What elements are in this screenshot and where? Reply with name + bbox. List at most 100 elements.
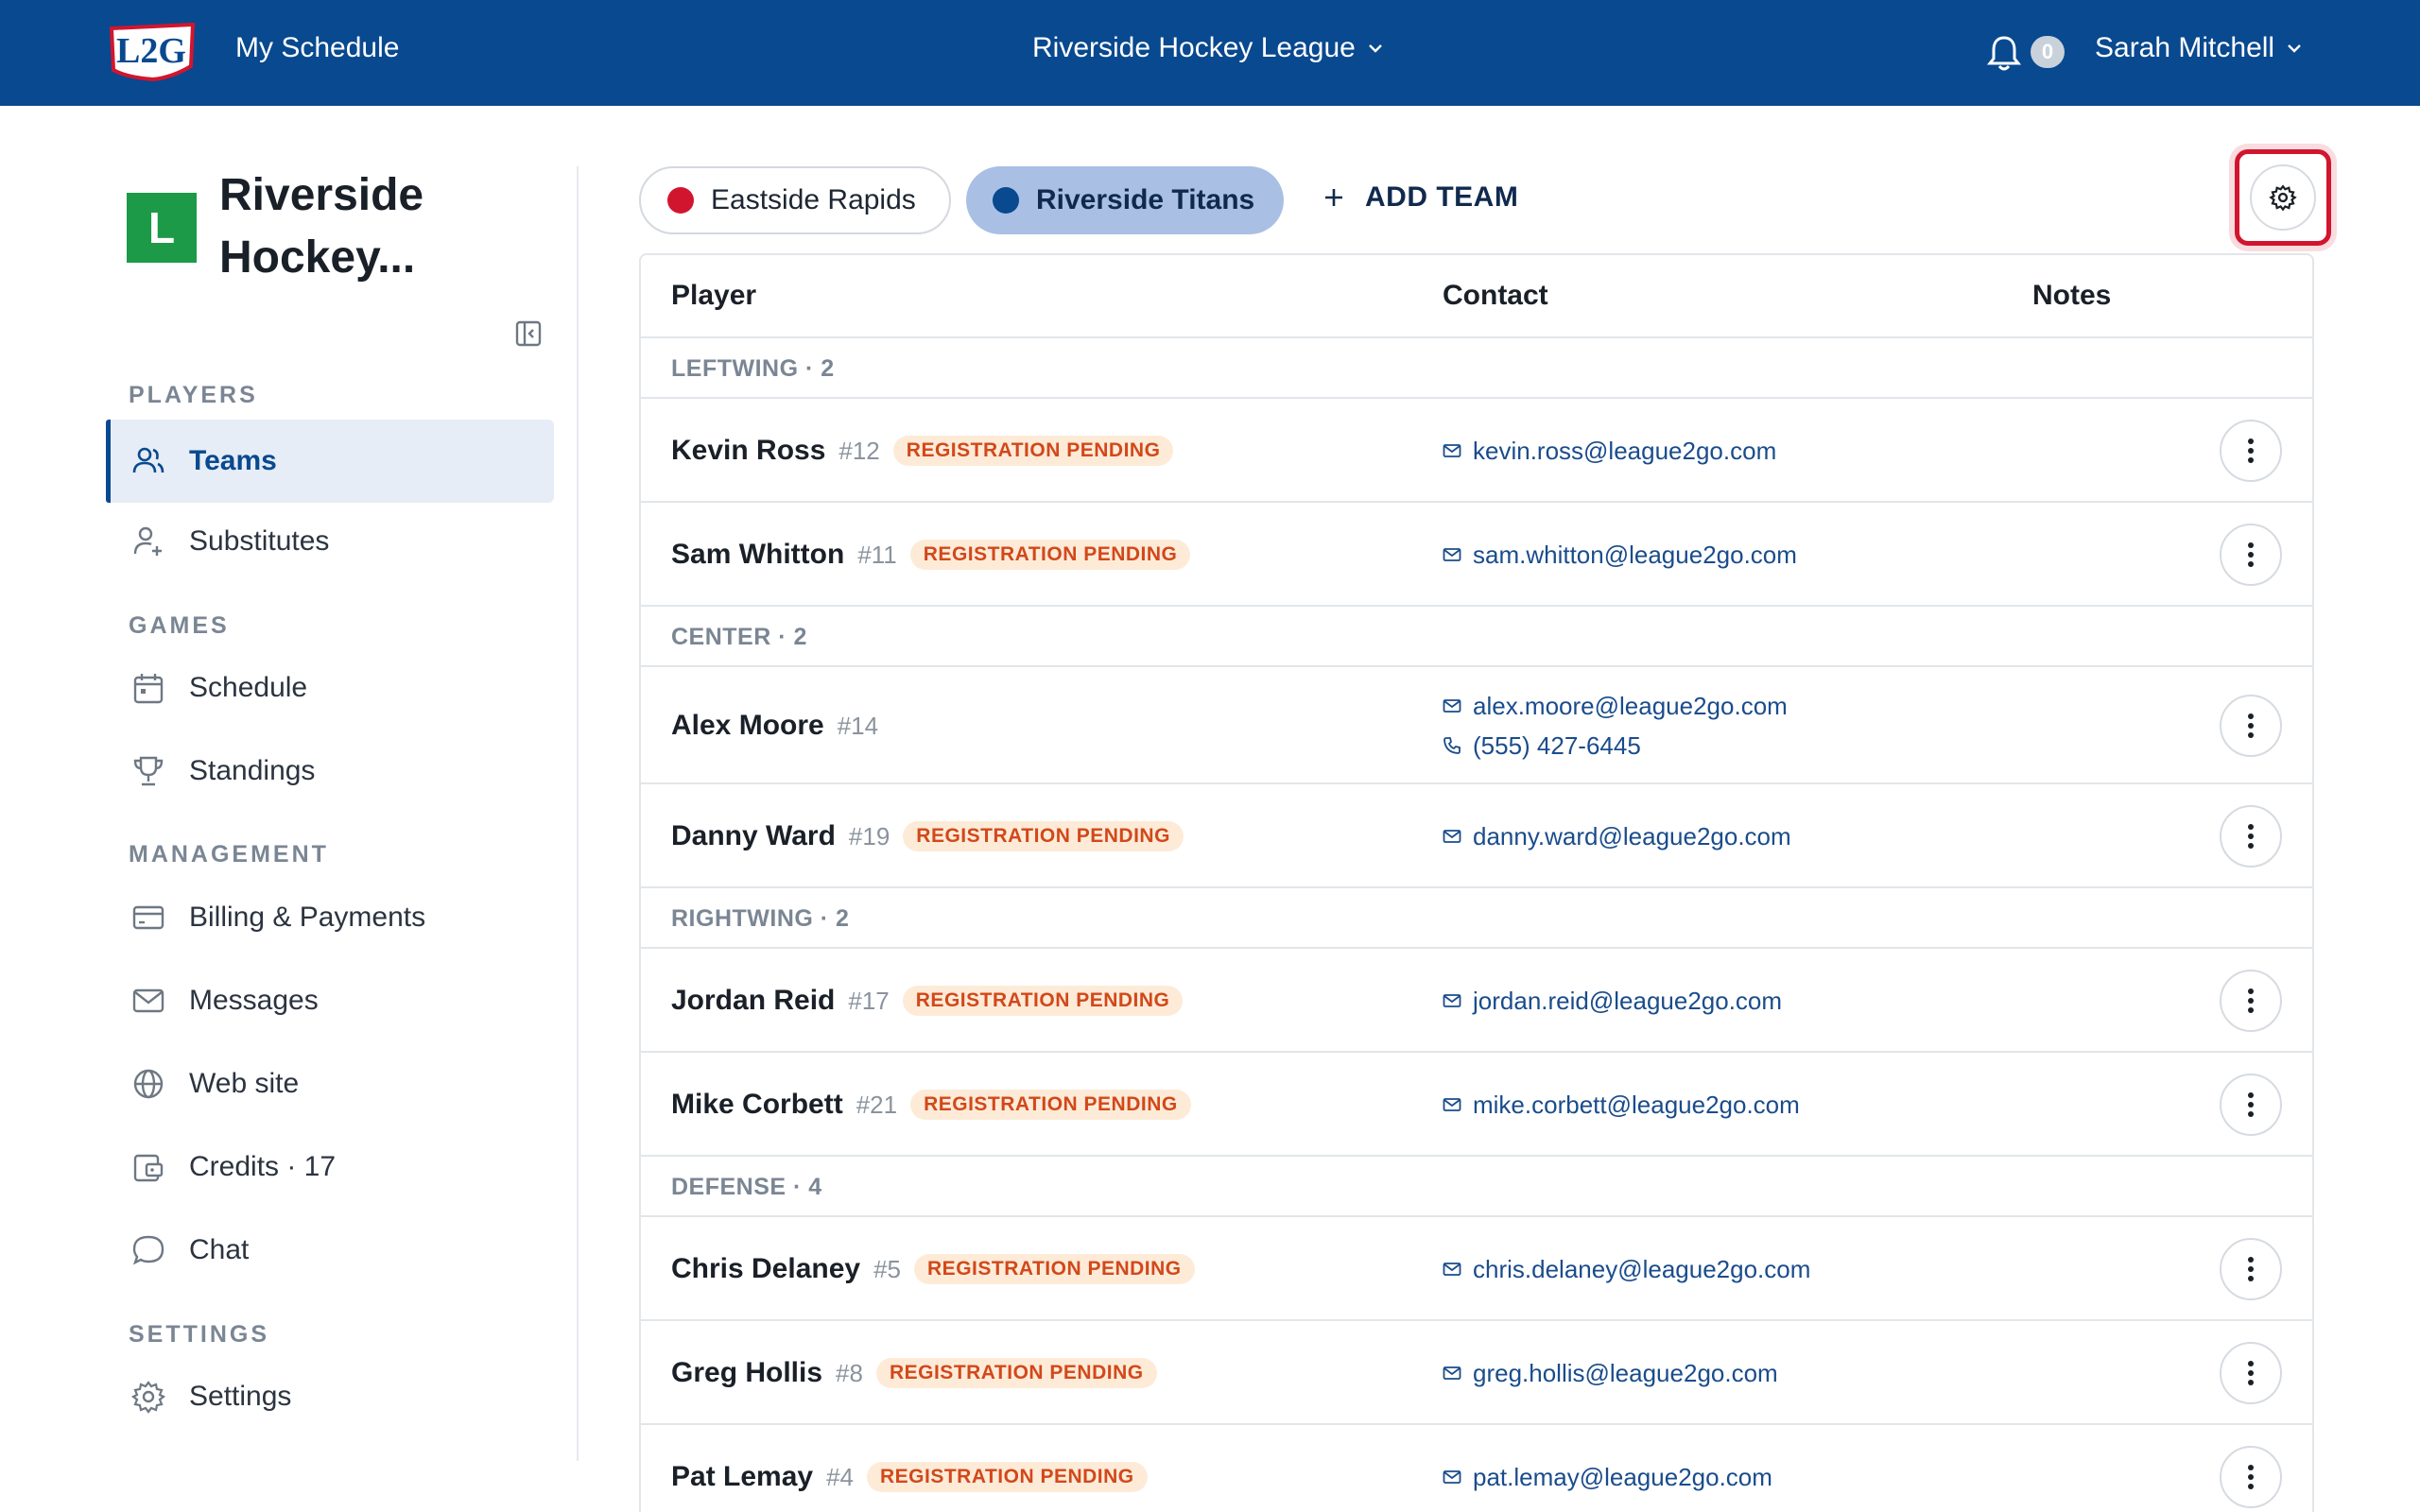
contact-cell: mike.corbett@league2go.com bbox=[1443, 1085, 1800, 1125]
email-link[interactable]: danny.ward@league2go.com bbox=[1443, 816, 1791, 856]
table-row: Alex Moore #14 alex.moore@league2go.com (55… bbox=[641, 667, 2312, 784]
table-row: Jordan Reid #17 REGISTRATION PENDING jordan… bbox=[641, 949, 2312, 1053]
sidebar-item-label: Web site bbox=[189, 1068, 300, 1099]
email-link[interactable]: kevin.ross@league2go.com bbox=[1443, 431, 1776, 471]
column-header-player: Player bbox=[671, 280, 757, 311]
mail-icon bbox=[1443, 1098, 1461, 1111]
gear-icon bbox=[130, 1381, 166, 1414]
my-schedule-link[interactable]: My Schedule bbox=[235, 32, 399, 64]
player-cell: Chris Delaney #5 REGISTRATION PENDING bbox=[671, 1250, 1195, 1288]
bell-icon[interactable] bbox=[1987, 34, 2021, 72]
contact-cell: sam.whitton@league2go.com bbox=[1443, 535, 1797, 575]
player-cell: Danny Ward #19 REGISTRATION PENDING bbox=[671, 817, 1184, 855]
row-actions-button[interactable] bbox=[2220, 695, 2282, 757]
row-actions-button[interactable] bbox=[2220, 1342, 2282, 1404]
player-name[interactable]: Chris Delaney bbox=[671, 1253, 860, 1285]
sidebar-item-chat[interactable]: Chat bbox=[106, 1209, 554, 1292]
row-actions-button[interactable] bbox=[2220, 805, 2282, 868]
row-actions-button[interactable] bbox=[2220, 524, 2282, 586]
contact-cell: pat.lemay@league2go.com bbox=[1443, 1457, 1772, 1497]
contact-cell: chris.delaney@league2go.com bbox=[1443, 1249, 1810, 1289]
position-group-label: DEFENSE · 4 bbox=[671, 1174, 822, 1200]
league-name: Riverside Hockey League bbox=[1032, 32, 1356, 63]
sidebar-item-credits[interactable]: Credits · 17 bbox=[106, 1125, 554, 1209]
status-badge: REGISTRATION PENDING bbox=[902, 986, 1184, 1016]
row-actions-button[interactable] bbox=[2220, 970, 2282, 1032]
trophy-icon bbox=[133, 756, 164, 786]
more-vertical-icon bbox=[2248, 824, 2254, 849]
sidebar-item-label: Billing & Payments bbox=[189, 902, 426, 933]
league-logo[interactable]: L2G bbox=[106, 19, 199, 83]
chevron-down-icon bbox=[2288, 44, 2301, 53]
player-number: #5 bbox=[873, 1254, 902, 1283]
gear-icon bbox=[2269, 184, 2297, 212]
sidebar-item-standings[interactable]: Standings bbox=[106, 730, 554, 813]
tab-riverside-titans[interactable]: Riverside Titans bbox=[966, 166, 1284, 234]
row-actions-button[interactable] bbox=[2220, 420, 2282, 482]
player-number: #17 bbox=[848, 986, 890, 1015]
player-name[interactable]: Kevin Ross bbox=[671, 435, 825, 467]
plus-icon bbox=[1325, 189, 1342, 206]
sidebar-item-website[interactable]: Web site bbox=[106, 1042, 554, 1125]
player-number: #4 bbox=[826, 1462, 854, 1491]
player-name[interactable]: Sam Whitton bbox=[671, 539, 844, 571]
column-header-contact: Contact bbox=[1443, 280, 1548, 311]
more-vertical-icon bbox=[2248, 1361, 2254, 1385]
player-number: #12 bbox=[838, 436, 880, 465]
email-link[interactable]: alex.moore@league2go.com bbox=[1443, 686, 1788, 726]
svg-text:L2G: L2G bbox=[116, 31, 186, 71]
email-text: greg.hollis@league2go.com bbox=[1473, 1358, 1778, 1387]
position-group-row: CENTER · 2 bbox=[641, 607, 2312, 667]
sidebar-item-billing[interactable]: Billing & Payments bbox=[106, 876, 554, 959]
email-text: pat.lemay@league2go.com bbox=[1473, 1462, 1772, 1491]
sidebar-item-schedule[interactable]: Schedule bbox=[106, 646, 554, 730]
contact-cell: danny.ward@league2go.com bbox=[1443, 816, 1791, 856]
sidebar-item-label: Credits · 17 bbox=[189, 1151, 337, 1182]
player-number: #21 bbox=[856, 1090, 898, 1119]
email-link[interactable]: greg.hollis@league2go.com bbox=[1443, 1353, 1778, 1393]
player-name[interactable]: Pat Lemay bbox=[671, 1461, 813, 1493]
table-row: Greg Hollis #8 REGISTRATION PENDING greg.ho… bbox=[641, 1321, 2312, 1425]
sidebar-item-settings[interactable]: Settings bbox=[106, 1355, 554, 1438]
mail-icon bbox=[1443, 548, 1461, 561]
sidebar-item-teams[interactable]: Teams bbox=[106, 420, 554, 503]
email-text: jordan.reid@league2go.com bbox=[1473, 986, 1783, 1015]
table-header: Player Contact Notes bbox=[641, 255, 2312, 338]
email-link[interactable]: chris.delaney@league2go.com bbox=[1443, 1249, 1810, 1289]
sidebar-item-messages[interactable]: Messages bbox=[106, 959, 554, 1042]
sidebar-item-label: Messages bbox=[189, 985, 319, 1016]
row-actions-button[interactable] bbox=[2220, 1074, 2282, 1136]
league-switcher[interactable]: Riverside Hockey League bbox=[1032, 32, 1384, 64]
sidebar-item-label: Standings bbox=[189, 755, 316, 786]
sidebar-item-label: Schedule bbox=[189, 672, 308, 703]
player-name[interactable]: Mike Corbett bbox=[671, 1089, 843, 1121]
collapse-sidebar-icon[interactable] bbox=[514, 319, 543, 348]
phone-link[interactable]: (555) 427-6445 bbox=[1443, 726, 1788, 765]
sidebar-item-substitutes[interactable]: Substitutes bbox=[106, 500, 554, 583]
tab-eastside-rapids[interactable]: Eastside Rapids bbox=[639, 166, 951, 234]
email-text: alex.moore@league2go.com bbox=[1473, 691, 1788, 720]
user-menu[interactable]: Sarah Mitchell bbox=[2095, 32, 2303, 64]
player-name[interactable]: Greg Hollis bbox=[671, 1357, 822, 1389]
roster-table: Player Contact Notes LEFTWING · 2 Kevin R… bbox=[639, 253, 2314, 1512]
email-text: mike.corbett@league2go.com bbox=[1473, 1090, 1800, 1119]
row-actions-button[interactable] bbox=[2220, 1446, 2282, 1508]
player-number: #11 bbox=[857, 540, 897, 569]
email-link[interactable]: jordan.reid@league2go.com bbox=[1443, 981, 1782, 1021]
add-team-button[interactable]: ADD TEAM bbox=[1323, 181, 1518, 214]
team-settings-button[interactable] bbox=[2250, 164, 2316, 231]
email-link[interactable]: pat.lemay@league2go.com bbox=[1443, 1457, 1772, 1497]
position-group-row: RIGHTWING · 2 bbox=[641, 888, 2312, 949]
email-link[interactable]: sam.whitton@league2go.com bbox=[1443, 535, 1797, 575]
player-name[interactable]: Danny Ward bbox=[671, 820, 836, 852]
email-link[interactable]: mike.corbett@league2go.com bbox=[1443, 1085, 1800, 1125]
user-name: Sarah Mitchell bbox=[2095, 32, 2275, 63]
chat-bubble-icon bbox=[132, 1235, 164, 1265]
row-actions-button[interactable] bbox=[2220, 1238, 2282, 1300]
sidebar-item-label: Chat bbox=[189, 1234, 250, 1265]
player-cell: Sam Whitton #11 REGISTRATION PENDING bbox=[671, 536, 1191, 574]
player-name[interactable]: Alex Moore bbox=[671, 710, 824, 742]
more-vertical-icon bbox=[2248, 1257, 2254, 1281]
email-text: sam.whitton@league2go.com bbox=[1473, 540, 1797, 569]
player-name[interactable]: Jordan Reid bbox=[671, 985, 835, 1017]
